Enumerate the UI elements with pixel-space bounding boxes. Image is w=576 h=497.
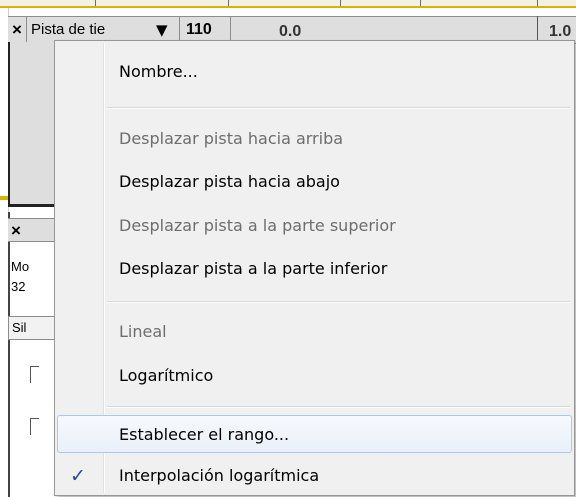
menu-item-label: Establecer el rango...: [119, 425, 290, 444]
check-icon: ✓: [70, 465, 86, 487]
menu-item-move-top[interactable]: Desplazar pista a la parte superior: [57, 207, 572, 245]
menu-item-label: Nombre...: [119, 62, 198, 81]
menu-item-label: Desplazar pista hacia abajo: [119, 172, 340, 191]
pan-slider-mark[interactable]: [30, 418, 39, 435]
ruler-tick: [537, 16, 538, 42]
selection-indicator-mark: [0, 196, 8, 200]
menu-item-linear[interactable]: Lineal: [57, 313, 572, 351]
menu-item-set-range[interactable]: Establecer el rango...: [57, 415, 572, 453]
menu-item-move-up[interactable]: Desplazar pista hacia arriba: [57, 120, 572, 158]
menu-item-rename[interactable]: Nombre...: [57, 53, 572, 91]
time-track-panel: [8, 42, 58, 204]
menu-separator: [107, 107, 570, 109]
menu-item-logarithmic[interactable]: Logarítmico: [57, 357, 572, 395]
menu-item-label: Logarítmico: [119, 366, 214, 385]
audio-track-panel: [8, 212, 58, 497]
track-rate-text: 32: [11, 279, 26, 294]
menu-item-label: Desplazar pista a la parte superior: [119, 216, 396, 235]
track-border: [8, 204, 58, 207]
menu-separator: [107, 406, 570, 408]
close-track-button[interactable]: ×: [8, 17, 27, 43]
menu-item-move-down[interactable]: Desplazar pista hacia abajo: [57, 163, 572, 201]
menu-item-label: Lineal: [119, 322, 167, 341]
track-context-menu: Nombre... Desplazar pista hacia arriba D…: [54, 40, 575, 496]
close-track-button[interactable]: ×: [8, 218, 56, 242]
track-mode-text: Mo: [11, 259, 30, 274]
mute-button[interactable]: Sil: [8, 316, 56, 340]
menu-item-label: Desplazar pista hacia arriba: [119, 129, 344, 148]
menu-item-label: Desplazar pista a la parte inferior: [119, 259, 388, 278]
menu-separator: [107, 301, 570, 303]
gain-slider-mark[interactable]: [30, 366, 39, 383]
menu-item-move-bottom[interactable]: Desplazar pista a la parte inferior: [57, 250, 572, 288]
menu-item-log-interpolation[interactable]: ✓ Interpolación logarítmica: [57, 457, 572, 495]
menu-item-label: Interpolación logarítmica: [119, 466, 320, 485]
selection-indicator-line: [0, 6, 576, 8]
